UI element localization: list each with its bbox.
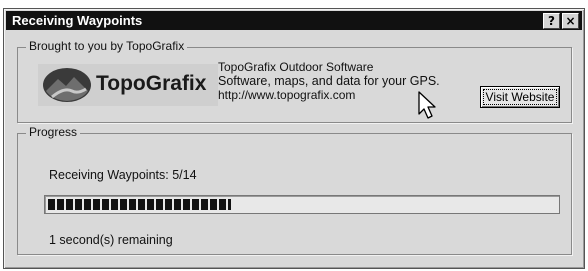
topografix-logo: TopoGrafix [38, 64, 218, 106]
close-button[interactable]: × [562, 13, 579, 29]
window-title: Receiving Waypoints [12, 13, 143, 28]
visit-website-button[interactable]: Visit Website [480, 86, 560, 108]
progress-group: Progress Receiving Waypoints: 5/14 1 sec… [17, 125, 572, 255]
mountain-logo-icon [43, 68, 91, 102]
logo-wordmark: TopoGrafix [96, 72, 207, 95]
help-button[interactable]: ? [543, 13, 560, 29]
company-tagline: Software, maps, and data for your GPS. [218, 74, 440, 88]
company-name: TopoGrafix Outdoor Software [218, 60, 374, 74]
receiving-waypoints-dialog: Receiving Waypoints ? × Brought to you b… [3, 8, 585, 269]
progress-bar-fill [48, 199, 231, 210]
progress-bar [44, 195, 560, 214]
title-bar[interactable]: Receiving Waypoints ? × [6, 11, 582, 30]
progress-group-legend: Progress [26, 125, 81, 139]
time-remaining: 1 second(s) remaining [49, 233, 173, 247]
mouse-pointer-icon [418, 91, 436, 119]
sponsor-group-legend: Brought to you by TopoGrafix [26, 39, 188, 53]
visit-website-label: Visit Website [482, 89, 558, 105]
progress-status: Receiving Waypoints: 5/14 [49, 168, 197, 182]
company-url: http://www.topografix.com [218, 88, 356, 102]
sponsor-info: TopoGrafix Outdoor Software Software, ma… [218, 60, 440, 102]
sponsor-group: Brought to you by TopoGrafix TopoGrafix … [17, 39, 572, 123]
